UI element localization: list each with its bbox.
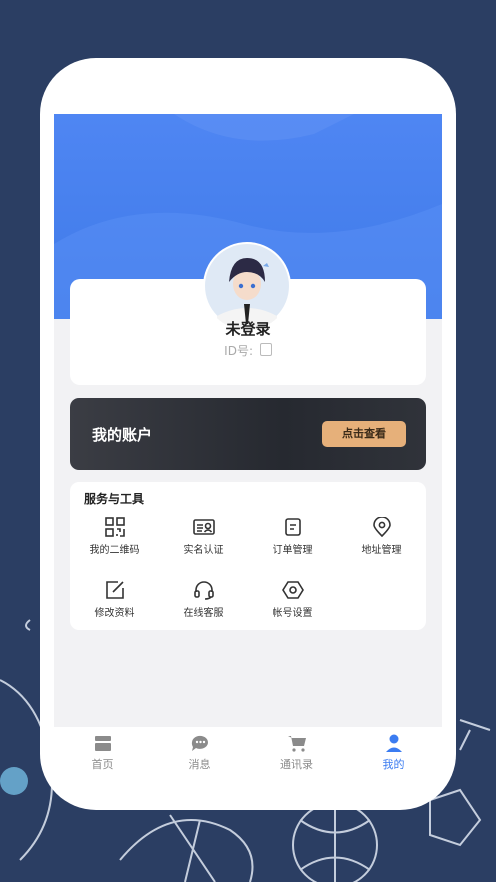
- tool-label: 订单管理: [272, 545, 313, 556]
- tool-id-verify[interactable]: 实名认证: [159, 517, 248, 556]
- tool-label: 在线客服: [183, 608, 224, 619]
- tab-label: 首页: [91, 758, 114, 771]
- tool-label: 实名认证: [183, 545, 224, 556]
- username: 未登录: [225, 320, 271, 338]
- tab-home[interactable]: 首页: [54, 733, 151, 772]
- tools-title: 服务与工具: [84, 492, 145, 506]
- tool-edit-profile[interactable]: 修改资料: [70, 580, 159, 619]
- tool-label: 修改资料: [94, 608, 135, 619]
- user-id: ID号:: [54, 342, 442, 359]
- tool-label: 帐号设置: [272, 608, 313, 619]
- tool-label: 地址管理: [361, 545, 402, 556]
- view-account-button[interactable]: 点击查看: [322, 421, 406, 447]
- order-icon: [282, 517, 304, 537]
- tab-label: 我的: [382, 758, 405, 771]
- tool-label: 我的二维码: [89, 545, 140, 556]
- tool-support[interactable]: 在线客服: [159, 580, 248, 619]
- account-title: 我的账户: [92, 426, 153, 444]
- account-card[interactable]: 我的账户 点击查看: [70, 398, 426, 470]
- tool-account-settings[interactable]: 帐号设置: [248, 580, 337, 619]
- tab-messages[interactable]: 消息: [151, 733, 248, 772]
- tab-label: 通讯录: [280, 758, 313, 771]
- settings-icon: [281, 580, 304, 600]
- id-card-icon: [192, 517, 215, 537]
- avatar[interactable]: [203, 242, 291, 330]
- edit-icon: [104, 580, 126, 600]
- tool-orders[interactable]: 订单管理: [248, 517, 337, 556]
- user-id-label: ID号:: [224, 344, 253, 358]
- tab-me[interactable]: 我的: [345, 733, 442, 772]
- home-icon: [92, 733, 114, 753]
- tab-contacts[interactable]: 通讯录: [248, 733, 345, 772]
- tool-address[interactable]: 地址管理: [337, 516, 426, 556]
- user-icon: [383, 733, 405, 753]
- copy-icon[interactable]: [259, 343, 272, 356]
- headset-icon: [193, 580, 215, 600]
- location-icon: [371, 516, 393, 538]
- tab-bar: 首页 消息 通讯录 我的: [54, 727, 442, 787]
- screen: 未登录 ID号: 我的账户 点击查看 服务与工具 我的二维码 实名认证 订单管理…: [54, 114, 442, 784]
- tab-label: 消息: [188, 758, 211, 771]
- cart-icon: [286, 733, 308, 753]
- tools-section: 服务与工具 我的二维码 实名认证 订单管理 地址管理 修改资料 在线客服 帐号设…: [70, 482, 426, 630]
- message-icon: [189, 733, 211, 753]
- tool-qr-code[interactable]: 我的二维码: [70, 517, 159, 556]
- qr-code-icon: [104, 517, 126, 537]
- phone-frame: 未登录 ID号: 我的账户 点击查看 服务与工具 我的二维码 实名认证 订单管理…: [40, 58, 456, 810]
